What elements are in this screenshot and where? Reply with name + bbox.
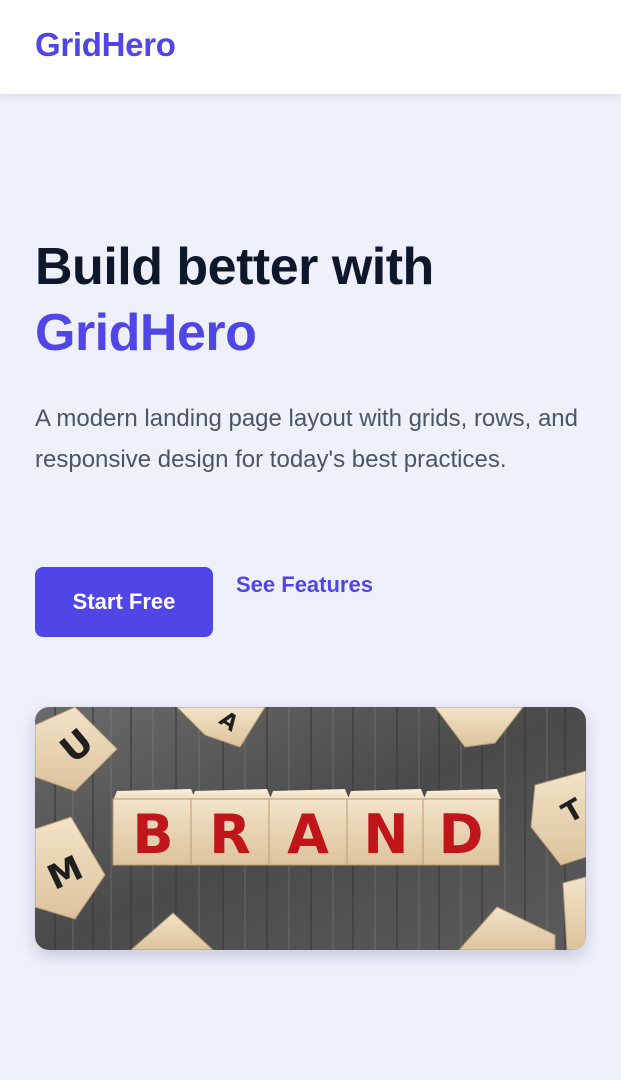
block-letter: N <box>363 803 408 866</box>
block-letter: B <box>132 803 173 866</box>
brand-cubes: B R A N D <box>112 789 501 866</box>
hero-image: U A T M B R A N D <box>35 707 586 950</box>
block-letter: D <box>439 803 484 866</box>
logo[interactable]: GridHero <box>35 26 176 64</box>
block-letter: A <box>287 803 329 866</box>
hero-subtitle: A modern landing page layout with grids,… <box>35 405 578 473</box>
start-free-button[interactable]: Start Free <box>35 567 213 637</box>
block-letter: R <box>209 803 251 866</box>
top-navbar: GridHero <box>0 0 621 94</box>
hero-title: Build better with GridHero <box>35 234 595 366</box>
brand-blocks-photo: U A T M B R A N D <box>35 707 586 950</box>
see-features-link[interactable]: See Features <box>236 572 373 598</box>
hero-title-line: Build better with <box>35 238 434 296</box>
hero-title-accent: GridHero <box>35 304 257 362</box>
